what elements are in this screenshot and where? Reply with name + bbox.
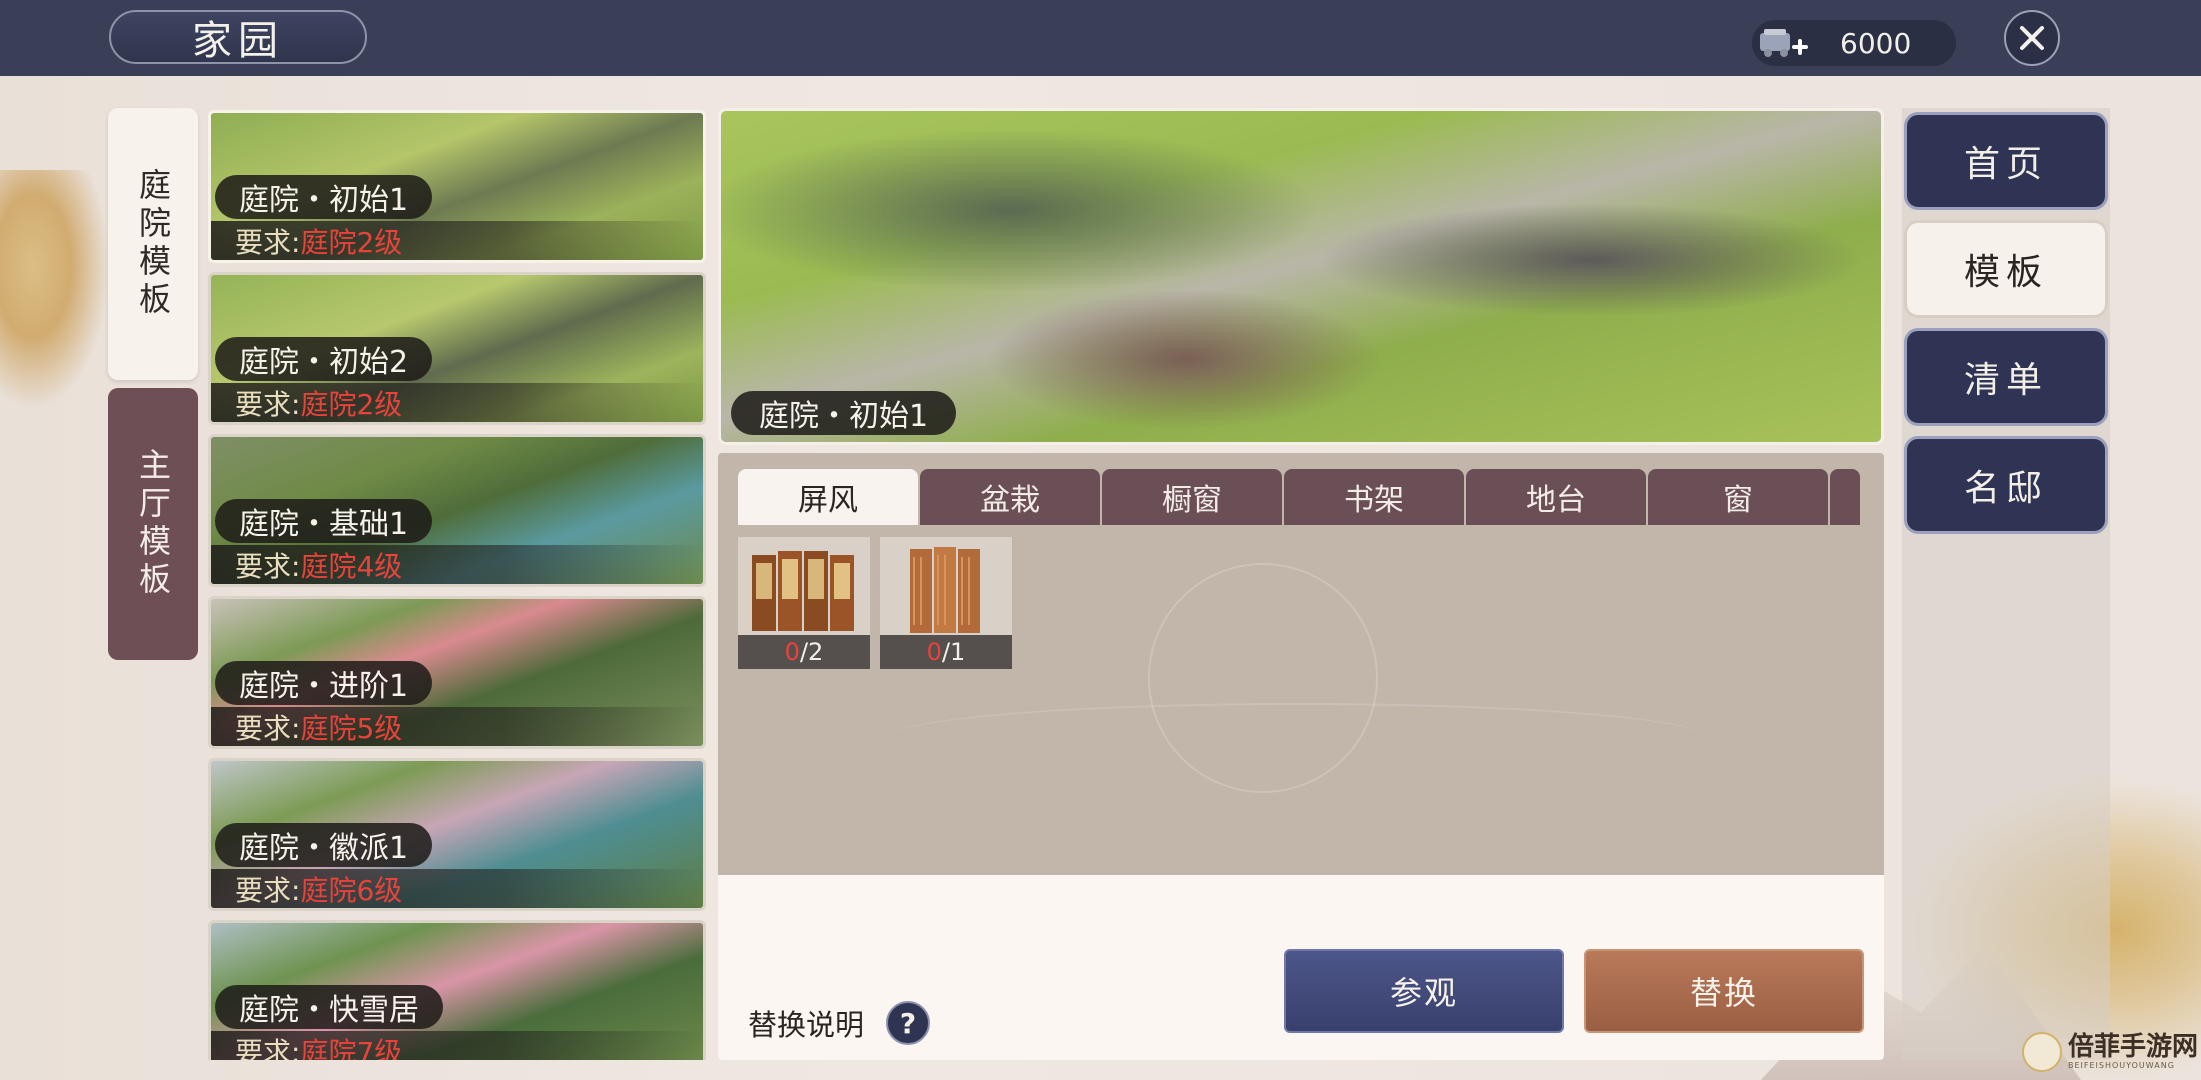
tab-screen[interactable]: 屏风 [738, 469, 918, 525]
watermark-subtext: BEIFEISHOUYOUWANG [2068, 1061, 2175, 1070]
template-requirement: 要求: 庭院2级 [211, 221, 703, 260]
side-tab-label: 庭院模板 [134, 168, 172, 320]
category-tabs: 屏风 盆栽 橱窗 书架 地台 窗 [738, 469, 1864, 525]
tab-more[interactable] [1830, 469, 1860, 525]
decorative-cloud [888, 703, 1708, 773]
top-bar: 家园 6000 [0, 0, 2201, 76]
template-requirement: 要求: 庭院2级 [211, 383, 703, 422]
template-requirement: 要求: 庭院7级 [211, 1031, 703, 1060]
wooden-screen-icon [910, 547, 980, 633]
replace-help-label: 替换说明 [748, 1008, 865, 1042]
maple-leaf-decoration [0, 170, 110, 410]
close-button[interactable] [2004, 10, 2060, 66]
replace-help[interactable]: 替换说明 ? [748, 1001, 931, 1045]
nav-list[interactable]: 清单 [1904, 328, 2108, 426]
tab-window[interactable]: 窗 [1648, 469, 1828, 525]
currency-plus-icon[interactable] [1754, 23, 1812, 63]
page-title: 家园 [109, 10, 367, 64]
close-icon [2020, 26, 2044, 50]
template-name: 庭院・初始1 [215, 175, 433, 219]
template-card[interactable]: 庭院・初始2 要求: 庭院2级 [208, 272, 706, 425]
template-requirement: 要求: 庭院4级 [211, 545, 703, 584]
template-card[interactable]: 庭院・初始1 要求: 庭院2级 [208, 110, 706, 263]
side-tab-courtyard-template[interactable]: 庭院模板 [108, 108, 198, 380]
template-card[interactable]: 庭院・基础1 要求: 庭院4级 [208, 434, 706, 587]
item-grid: 0/2 0/1 [738, 537, 1012, 669]
side-tab-label: 主厅模板 [134, 448, 172, 600]
nav-home[interactable]: 首页 [1904, 112, 2108, 210]
nav-famous-residence[interactable]: 名邸 [1904, 436, 2108, 534]
courtyard-preview: 庭院・初始1 [718, 108, 1884, 445]
template-requirement: 要求: 庭院5级 [211, 707, 703, 746]
preview-name: 庭院・初始1 [731, 391, 957, 435]
template-name: 庭院・徽派1 [215, 823, 433, 867]
template-name: 庭院・快雪居 [215, 985, 443, 1029]
template-requirement: 要求: 庭院6级 [211, 869, 703, 908]
item-count: 0/2 [738, 635, 870, 669]
template-card[interactable]: 庭院・进阶1 要求: 庭院5级 [208, 596, 706, 749]
currency-display[interactable]: 6000 [1752, 20, 1956, 66]
tab-showcase[interactable]: 橱窗 [1102, 469, 1282, 525]
template-name: 庭院・进阶1 [215, 661, 433, 705]
help-icon[interactable]: ? [886, 1001, 931, 1045]
template-name: 庭院・初始2 [215, 337, 433, 381]
folding-screen-icon [752, 551, 854, 631]
tab-bookshelf[interactable]: 书架 [1284, 469, 1464, 525]
visit-button[interactable]: 参观 [1284, 949, 1564, 1033]
site-watermark: 倍菲手游网 BEIFEISHOUYOUWANG [2022, 1032, 2198, 1072]
nav-template[interactable]: 模板 [1904, 220, 2108, 318]
template-name: 庭院・基础1 [215, 499, 433, 543]
replace-button[interactable]: 替换 [1584, 949, 1864, 1033]
template-card[interactable]: 庭院・快雪居 要求: 庭院7级 [208, 920, 706, 1060]
furniture-item[interactable]: 0/1 [880, 537, 1012, 669]
watermark-logo-icon [2022, 1032, 2062, 1072]
item-count: 0/1 [880, 635, 1012, 669]
currency-value: 6000 [1840, 26, 1912, 60]
template-list[interactable]: 庭院・初始1 要求: 庭院2级 庭院・初始2 要求: 庭院2级 庭院・基础1 要… [208, 108, 708, 1060]
furniture-panel: 屏风 盆栽 橱窗 书架 地台 窗 0/2 0 /1 替换说明 ? 参观 替换 [718, 453, 1884, 1060]
tab-bonsai[interactable]: 盆栽 [920, 469, 1100, 525]
side-tab-hall-template[interactable]: 主厅模板 [108, 388, 198, 660]
tab-platform[interactable]: 地台 [1466, 469, 1646, 525]
furniture-item[interactable]: 0/2 [738, 537, 870, 669]
template-card[interactable]: 庭院・徽派1 要求: 庭院6级 [208, 758, 706, 911]
watermark-text: 倍菲手游网 [2068, 1032, 2199, 1062]
